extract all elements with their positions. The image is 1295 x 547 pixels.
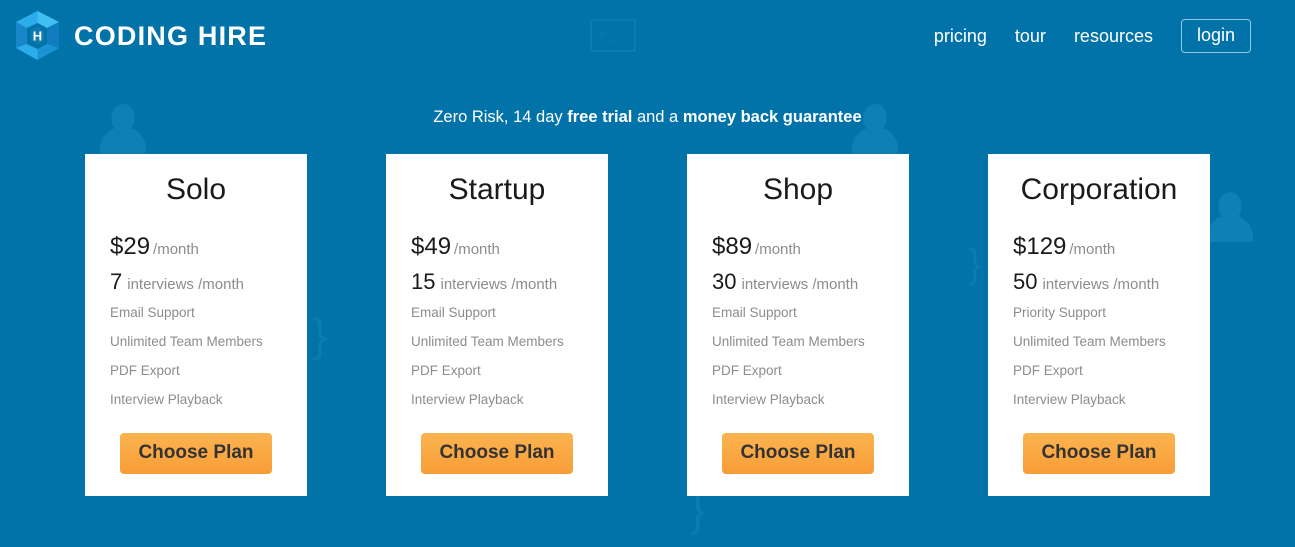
plan-price: $49 (411, 233, 452, 260)
plan-feature: PDF Export (411, 363, 481, 378)
plan-footer: Choose Plan (988, 421, 1210, 496)
plan-interviews-count: 30 (712, 269, 737, 294)
plan-feature: Email Support (712, 305, 797, 320)
plan-interviews-row: 50 interviews /month (1013, 269, 1185, 295)
brand-logo[interactable]: H CODING HIRE (14, 10, 267, 62)
plan-feature: Interview Playback (1013, 392, 1126, 407)
plan-price-row: $29/month (110, 233, 282, 261)
plan-price-row: $89/month (712, 233, 884, 261)
tagline-part-1: Zero Risk, 14 day (433, 108, 568, 126)
plan-title: Solo (165, 173, 227, 206)
plan-feature: Priority Support (1013, 305, 1107, 320)
choose-plan-button[interactable]: Choose Plan (421, 433, 573, 474)
plan-footer: Choose Plan (386, 421, 608, 496)
plan-title: Shop (762, 173, 834, 206)
site-header: H CODING HIRE pricing tour resources log… (0, 0, 1295, 72)
plan-interviews-count: 15 (411, 269, 436, 294)
plan-details: $49/month 15 interviews /month Email Supp… (386, 233, 608, 421)
svg-text:H: H (33, 29, 42, 44)
plan-details: $129/month 50 interviews /month Priority … (988, 233, 1210, 421)
nav-link-tour[interactable]: tour (1015, 26, 1046, 47)
plan-interviews-label: interviews /month (440, 276, 558, 293)
choose-plan-button[interactable]: Choose Plan (120, 433, 272, 474)
tagline-bold-money-back: money back guarantee (682, 108, 862, 126)
plan-feature: Unlimited Team Members (1013, 334, 1166, 349)
plan-interviews-count: 7 (110, 269, 123, 294)
plan-interviews-label: interviews /month (741, 276, 859, 293)
plan-title: Startup (448, 173, 546, 206)
nav-link-pricing[interactable]: pricing (934, 26, 987, 47)
plan-feature: Interview Playback (411, 392, 524, 407)
tagline-part-2: and a (632, 108, 683, 126)
plan-price: $89 (712, 233, 753, 260)
plan-footer: Choose Plan (85, 421, 307, 496)
choose-plan-button[interactable]: Choose Plan (1023, 433, 1175, 474)
plan-interviews-label: interviews /month (1042, 276, 1160, 293)
plan-card-shop: Shop $89/month 30 interviews /month Email… (687, 154, 909, 496)
brand-name: CODING HIRE (74, 20, 268, 51)
plan-footer: Choose Plan (687, 421, 909, 496)
plan-feature: PDF Export (712, 363, 782, 378)
plan-card-solo: Solo $29/month 7 interviews /month Email … (85, 154, 307, 496)
plan-interviews-label: interviews /month (127, 276, 244, 293)
plan-price-row: $49/month (411, 233, 583, 261)
plan-title: Corporation (1020, 173, 1178, 206)
promo-tagline: Zero Risk, 14 day free trial and a money… (0, 108, 1295, 127)
plan-price: $129 (1013, 233, 1067, 260)
plan-card-startup: Startup $49/month 15 interviews /month Em… (386, 154, 608, 496)
plan-price-unit: /month (454, 241, 500, 258)
plan-feature: PDF Export (1013, 363, 1083, 378)
plan-details: $29/month 7 interviews /month Email Suppo… (85, 233, 307, 421)
plan-feature: Email Support (110, 305, 195, 320)
plan-feature: Interview Playback (712, 392, 825, 407)
plan-price: $29 (110, 233, 151, 260)
plan-feature: Unlimited Team Members (110, 334, 263, 349)
plan-feature: Interview Playback (110, 392, 223, 407)
hexagon-cube-logo-icon: H (14, 10, 61, 62)
plan-feature: Unlimited Team Members (411, 334, 564, 349)
plan-details: $89/month 30 interviews /month Email Supp… (687, 233, 909, 421)
plan-price-unit: /month (153, 241, 199, 258)
plan-interviews-row: 15 interviews /month (411, 269, 583, 295)
pricing-plans: Solo $29/month 7 interviews /month Email … (0, 154, 1295, 496)
choose-plan-button[interactable]: Choose Plan (722, 433, 874, 474)
login-button[interactable]: login (1180, 18, 1251, 54)
plan-card-corporation: Corporation $129/month 50 interviews /mon… (988, 154, 1210, 496)
plan-interviews-row: 7 interviews /month (110, 269, 282, 295)
plan-feature: Email Support (411, 305, 496, 320)
plan-interviews-count: 50 (1013, 269, 1038, 294)
tagline-bold-free-trial: free trial (567, 108, 633, 126)
plan-interviews-row: 30 interviews /month (712, 269, 884, 295)
plan-feature: Unlimited Team Members (712, 334, 865, 349)
nav-link-resources[interactable]: resources (1074, 26, 1153, 47)
plan-price-row: $129/month (1013, 233, 1185, 261)
plan-feature: PDF Export (110, 363, 180, 378)
plan-price-unit: /month (755, 241, 801, 258)
plan-price-unit: /month (1069, 241, 1116, 258)
main-navigation: pricing tour resources login (934, 18, 1251, 54)
